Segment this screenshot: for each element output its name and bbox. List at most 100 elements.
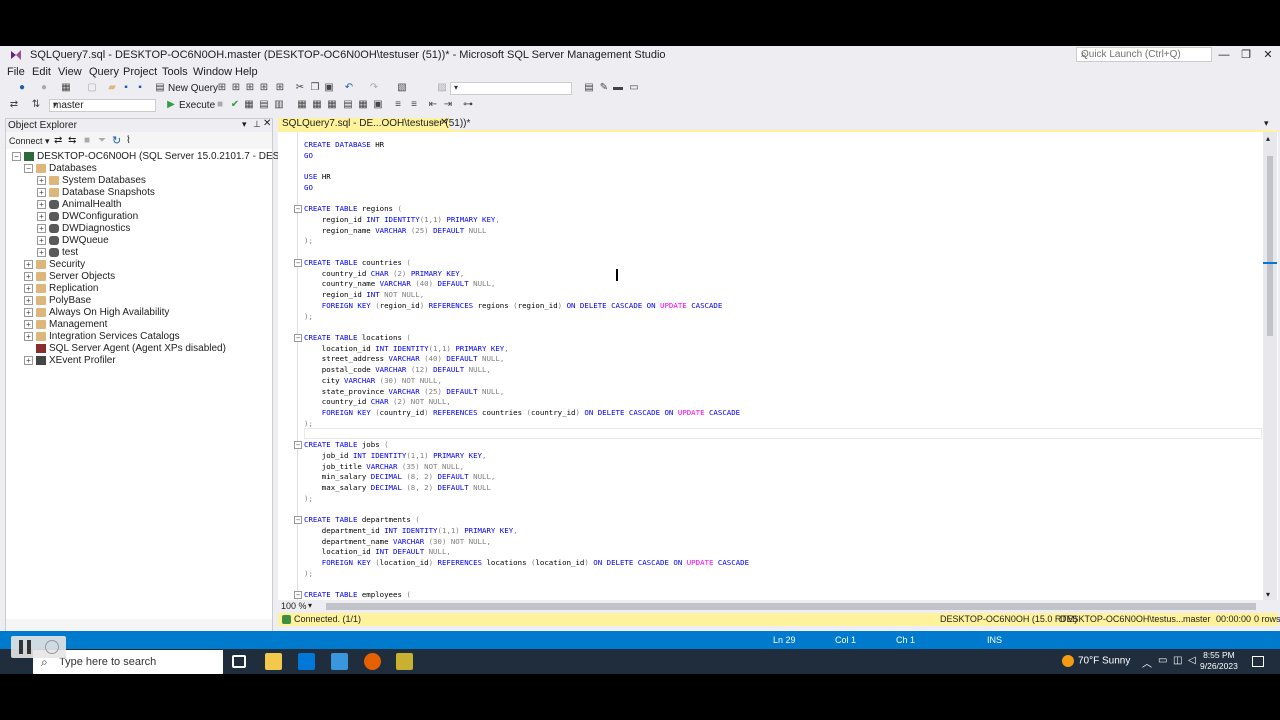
tree-node[interactable]: + PolyBase	[24, 295, 266, 307]
include-plan-icon[interactable]: ▦	[296, 99, 308, 111]
notification-icon[interactable]	[1252, 656, 1264, 667]
expand-icon[interactable]: +	[24, 320, 33, 329]
execute-button[interactable]: Execute	[179, 100, 215, 111]
change-connection-icon[interactable]: ⇅	[30, 99, 42, 111]
pin-icon[interactable]: ⊣	[428, 118, 436, 129]
expand-icon[interactable]: +	[37, 176, 46, 185]
tree-node[interactable]: + System Databases	[37, 175, 266, 187]
connect-icon[interactable]: ⇄	[8, 99, 20, 111]
expand-icon[interactable]: +	[37, 200, 46, 209]
open-file-icon[interactable]: ▰	[106, 82, 118, 94]
database-engine-query-icon[interactable]: ⊞	[216, 82, 228, 94]
tree-node-server[interactable]: − DESKTOP-OC6N0OH (SQL Server 15.0.2101.…	[12, 151, 400, 163]
intellisense-icon[interactable]: ▥	[273, 99, 285, 111]
fold-toggle-icon[interactable]: −	[294, 333, 302, 342]
tree-node[interactable]: + test	[37, 247, 266, 259]
expand-icon[interactable]: +	[37, 188, 46, 197]
query-options-icon[interactable]: ▤	[258, 99, 270, 111]
comment-icon[interactable]: ≡	[392, 99, 404, 111]
tree-node[interactable]: + Management	[24, 319, 266, 331]
execute-icon[interactable]: ▶	[165, 99, 177, 111]
paste-icon[interactable]: ▣	[323, 82, 335, 94]
tools-icon[interactable]: ✎	[598, 82, 610, 94]
increase-indent-icon[interactable]: ⇥	[442, 99, 454, 111]
fold-toggle-icon[interactable]: −	[294, 516, 302, 525]
chevron-up-icon[interactable]: ︿	[1142, 655, 1152, 670]
tree-node[interactable]: + Replication	[24, 283, 266, 295]
new-query-icon[interactable]: ▤	[154, 82, 166, 94]
window-icon[interactable]: ▭	[628, 82, 640, 94]
expand-icon[interactable]: +	[37, 224, 46, 233]
expand-icon[interactable]: +	[24, 332, 33, 341]
quick-launch-input[interactable]: Quick Launch (Ctrl+Q) ⌕	[1076, 47, 1212, 62]
firefox-icon[interactable]	[364, 653, 381, 670]
expand-icon[interactable]: +	[24, 296, 33, 305]
tree-node[interactable]: + Database Snapshots	[37, 187, 266, 199]
network-icon[interactable]: ▭	[1158, 655, 1167, 666]
cut-icon[interactable]: ✂	[294, 82, 306, 94]
weather-widget[interactable]: 70°F Sunny	[1062, 655, 1130, 667]
connect-icon[interactable]: ⇄	[54, 135, 62, 146]
expand-icon[interactable]: +	[37, 248, 46, 257]
uncomment-icon[interactable]: ≡	[408, 99, 420, 111]
forward-icon[interactable]: ●	[38, 82, 50, 94]
vertical-scrollbar[interactable]: ▴ ▾	[1263, 132, 1277, 600]
sql-editor[interactable]: CREATE DATABASE HR GO USE HR GO CREATE TABLE…	[278, 130, 1278, 600]
tree-node[interactable]: + Integration Services Catalogs	[24, 331, 266, 343]
add-item-icon[interactable]: ▢	[86, 82, 98, 94]
tree-node[interactable]: − Databases	[24, 163, 266, 175]
expand-icon[interactable]: +	[37, 236, 46, 245]
tree-node[interactable]: + Server Objects	[24, 271, 266, 283]
expand-icon[interactable]: +	[24, 272, 33, 281]
results-grid-icon[interactable]: ▦	[357, 99, 369, 111]
scroll-thumb[interactable]	[1267, 156, 1273, 336]
save-all-icon[interactable]: ▪	[134, 82, 146, 94]
results-text-icon[interactable]: ▤	[342, 99, 354, 111]
tab-overflow-icon[interactable]: ▾	[1264, 118, 1269, 129]
video-pause-overlay[interactable]	[11, 636, 66, 658]
new-project-icon[interactable]: ▦	[60, 82, 72, 94]
tree-node[interactable]: + Security	[24, 259, 266, 271]
menu-help[interactable]: Help	[235, 66, 258, 78]
close-icon[interactable]: ✕	[440, 117, 448, 128]
tree-node[interactable]: + DWQueue	[37, 235, 266, 247]
redo-icon[interactable]: ↷	[368, 82, 380, 94]
restore-button[interactable]: ❐	[1238, 48, 1254, 62]
refresh-icon[interactable]: ↻	[112, 134, 121, 147]
client-stats-icon[interactable]: ▦	[326, 99, 338, 111]
analysis-query-icon[interactable]: ⊞	[230, 82, 242, 94]
tree-node[interactable]: SQL Server Agent (Agent XPs disabled)	[24, 343, 266, 355]
connect-button[interactable]: Connect ▾	[9, 136, 50, 147]
fold-toggle-icon[interactable]: −	[294, 441, 302, 450]
undo-icon[interactable]: ↶	[343, 82, 355, 94]
toolbox-icon[interactable]: ▬	[612, 82, 624, 94]
activity-icon[interactable]: ⌇	[126, 135, 131, 146]
menu-file[interactable]: File	[7, 66, 25, 78]
close-button[interactable]: ✕	[1260, 48, 1276, 62]
menu-window[interactable]: Window	[193, 66, 232, 78]
results-file-icon[interactable]: ▣	[372, 99, 384, 111]
menu-query[interactable]: Query	[89, 66, 119, 78]
chevron-down-icon[interactable]: ▾	[242, 119, 247, 130]
close-icon[interactable]: ✕	[263, 118, 271, 129]
activity-monitor-icon[interactable]: ▨	[436, 82, 448, 94]
pin-icon[interactable]: ⊥	[253, 119, 261, 130]
menu-tools[interactable]: Tools	[162, 66, 188, 78]
tree-node[interactable]: + DWConfiguration	[37, 211, 266, 223]
chevron-down-icon[interactable]: ▾	[308, 601, 312, 610]
scroll-down-icon[interactable]: ▾	[1266, 590, 1270, 599]
menu-edit[interactable]: Edit	[32, 66, 51, 78]
fold-toggle-icon[interactable]: −	[294, 258, 302, 267]
cancel-query-icon[interactable]: ■	[214, 99, 226, 111]
expand-icon[interactable]: +	[24, 260, 33, 269]
collapse-icon[interactable]: −	[24, 164, 33, 173]
task-view-icon[interactable]	[232, 655, 246, 668]
ssms-taskbar-icon[interactable]	[396, 653, 413, 670]
disconnect-icon[interactable]: ⇆	[68, 135, 76, 146]
stop-icon[interactable]: ■	[84, 135, 90, 146]
volume-icon[interactable]: ◁	[1188, 655, 1196, 666]
new-query-button[interactable]: New Query	[168, 83, 218, 94]
tab-sqlquery7[interactable]: SQLQuery7.sql - DE...OOH\testuser (51))*…	[278, 117, 470, 130]
system-clock[interactable]: 8:55 PM 9/26/2023	[1200, 650, 1238, 672]
scroll-up-icon[interactable]: ▴	[1266, 134, 1270, 143]
